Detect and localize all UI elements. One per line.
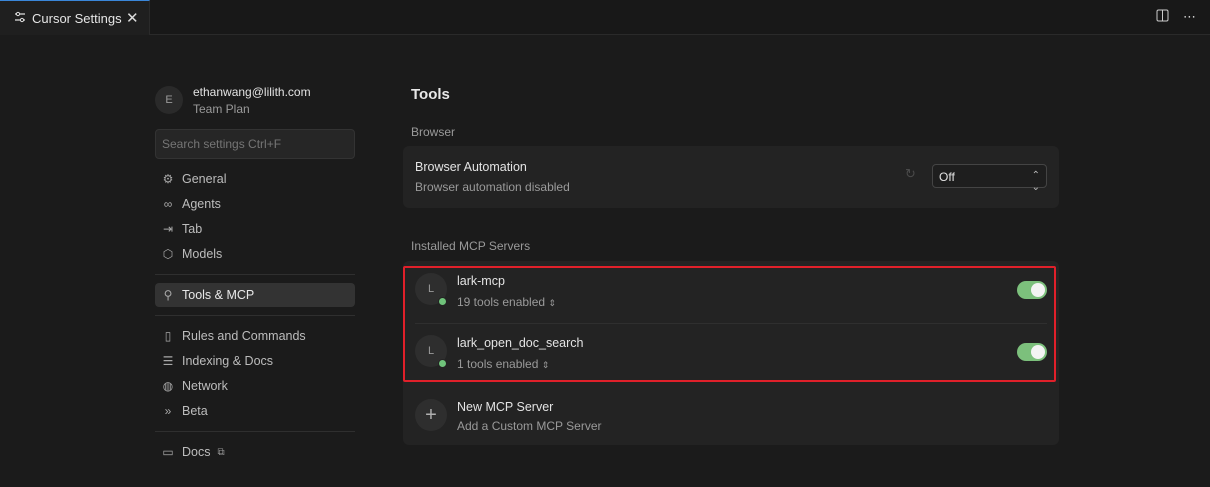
new-mcp-server-row[interactable]: + New MCP Server Add a Custom MCP Server xyxy=(403,387,1059,449)
section-label-mcp: Installed MCP Servers xyxy=(411,239,531,253)
sidebar-nav: ⚙ General ∞ Agents ⇥ Tab ⬡ Models ⚲ Tool… xyxy=(155,167,355,465)
tools-icon: ⚲ xyxy=(163,288,173,302)
tab-title: Cursor Settings xyxy=(32,10,122,26)
account-email: ethanwang@lilith.com xyxy=(193,85,311,99)
new-server-title: New MCP Server xyxy=(457,400,554,414)
sidebar-item-label: Beta xyxy=(182,404,208,418)
book-icon: ▭ xyxy=(162,445,174,459)
external-link-icon: ⧉ xyxy=(217,446,225,458)
tab-cursor-settings[interactable]: Cursor Settings ✕ xyxy=(0,0,150,35)
sidebar-item-tools-mcp[interactable]: ⚲ Tools & MCP xyxy=(155,283,355,307)
sidebar-item-label: Tools & MCP xyxy=(182,288,255,302)
editor-actions: ⋯ xyxy=(1156,9,1196,25)
chevrons-right-icon: » xyxy=(164,404,172,418)
settings-sliders-icon xyxy=(14,11,26,26)
highlight-box xyxy=(403,266,1056,382)
select-value: Off xyxy=(939,170,955,184)
sidebar-item-agents[interactable]: ∞ Agents xyxy=(155,192,355,216)
sidebar-item-models[interactable]: ⬡ Models xyxy=(155,242,355,266)
sidebar-item-indexing[interactable]: ☰ Indexing & Docs xyxy=(155,349,355,373)
browser-automation-subtitle: Browser automation disabled xyxy=(415,180,570,194)
sidebar-item-network[interactable]: ◍ Network xyxy=(155,374,355,398)
database-icon: ☰ xyxy=(162,354,174,368)
infinity-icon: ∞ xyxy=(163,197,173,211)
close-icon[interactable]: ✕ xyxy=(126,9,139,27)
divider xyxy=(155,315,355,316)
browser-automation-card: Browser Automation Browser automation di… xyxy=(403,146,1059,208)
sidebar-item-label: Indexing & Docs xyxy=(182,354,274,368)
tab-bar: Cursor Settings ✕ ⋯ xyxy=(0,0,1210,35)
divider xyxy=(155,431,355,432)
avatar: E xyxy=(155,86,183,114)
tab-arrow-icon: ⇥ xyxy=(162,222,174,236)
sidebar-item-beta[interactable]: » Beta xyxy=(155,399,355,423)
account-info: E ethanwang@lilith.com Team Plan xyxy=(155,84,311,118)
divider xyxy=(155,274,355,275)
split-editor-icon[interactable] xyxy=(1156,9,1169,25)
new-server-subtitle: Add a Custom MCP Server xyxy=(457,419,602,433)
sidebar-item-label: Docs xyxy=(182,445,211,459)
sidebar-item-label: General xyxy=(182,172,227,186)
refresh-icon[interactable]: ↻ xyxy=(905,166,916,182)
chevron-updown-icon: ⌃ ⌄ xyxy=(1031,170,1040,193)
plus-icon: + xyxy=(415,399,447,431)
gear-icon: ⚙ xyxy=(162,172,174,186)
browser-automation-select[interactable]: Off ⌃ ⌄ xyxy=(932,164,1047,193)
sidebar-item-label: Tab xyxy=(182,222,203,236)
browser-automation-title: Browser Automation xyxy=(415,160,527,174)
cube-icon: ⬡ xyxy=(162,247,174,261)
more-actions-icon[interactable]: ⋯ xyxy=(1183,9,1196,25)
document-icon: ▯ xyxy=(164,329,172,343)
sidebar-item-tab[interactable]: ⇥ Tab xyxy=(155,217,355,241)
sidebar-item-docs[interactable]: ▭ Docs ⧉ xyxy=(155,440,355,464)
sidebar-item-general[interactable]: ⚙ General xyxy=(155,167,355,191)
sidebar-item-label: Models xyxy=(182,247,223,261)
sidebar-item-label: Agents xyxy=(182,197,221,211)
sidebar-item-label: Network xyxy=(182,379,228,393)
globe-icon: ◍ xyxy=(162,379,174,393)
section-label-browser: Browser xyxy=(411,125,456,139)
account-plan: Team Plan xyxy=(193,102,250,116)
page-title: Tools xyxy=(411,86,450,103)
search-input[interactable] xyxy=(155,129,355,159)
sidebar-item-label: Rules and Commands xyxy=(182,329,306,343)
sidebar-item-rules[interactable]: ▯ Rules and Commands xyxy=(155,324,355,348)
